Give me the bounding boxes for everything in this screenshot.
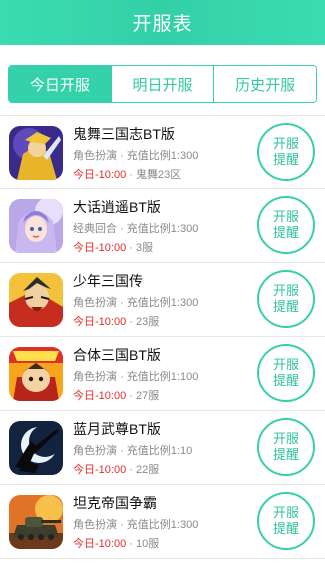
game-info: 坦克帝国争霸 角色扮演 · 充值比例1:300 今日-10:00 · 10服 [73,494,245,551]
remind-label-line1: 开服 [272,357,299,372]
warrior-gold-icon[interactable] [9,126,63,180]
game-info: 少年三国传 角色扮演 · 充值比例1:300 今日-10:00 · 23服 [73,272,245,329]
separator-dot: · [120,150,124,162]
remind-button[interactable]: 开服 提醒 [257,196,315,254]
open-time: 今日-10:00 [73,390,127,402]
recharge-ratio: 充值比例1:300 [126,223,199,235]
game-meta: 角色扮演 · 充值比例1:300 [73,296,245,310]
remind-button[interactable]: 开服 提醒 [257,123,315,181]
recharge-ratio: 充值比例1:300 [126,150,199,162]
separator-dot: · [129,390,133,402]
remind-label-line1: 开服 [272,505,299,520]
chibi-hero-icon[interactable] [9,347,63,401]
recharge-ratio: 充值比例1:100 [126,371,199,383]
remind-label-line2: 提醒 [272,152,299,167]
remind-label-line2: 提醒 [272,521,299,536]
server-name: 3服 [136,242,154,254]
tab-bar: 今日开服 明日开服 历史开服 [8,65,317,103]
open-time-line: 今日-10:00 · 23服 [73,315,245,329]
open-time-line: 今日-10:00 · 22服 [73,463,245,477]
remind-label-line1: 开服 [272,209,299,224]
open-time-line: 今日-10:00 · 3服 [73,241,245,255]
separator-dot: · [120,371,124,383]
recharge-ratio: 充值比例1:300 [126,297,199,309]
game-row[interactable]: 坦克帝国争霸 角色扮演 · 充值比例1:300 今日-10:00 · 10服 开… [0,485,325,559]
server-list: 鬼舞三国志BT版 角色扮演 · 充值比例1:300 今日-10:00 · 鬼舞2… [0,115,325,559]
game-name: 合体三国BT版 [73,347,161,363]
header-bar: 开服表 [0,0,325,45]
page-title: 开服表 [132,14,193,35]
game-meta: 角色扮演 · 充值比例1:300 [73,149,245,163]
remind-label-line1: 开服 [272,136,299,151]
tab-bar-wrapper: 今日开服 明日开服 历史开服 [0,45,325,115]
moon-swordsman-icon[interactable] [9,421,63,475]
open-time-line: 今日-10:00 · 27服 [73,389,245,403]
recharge-ratio: 充值比例1:10 [126,445,193,457]
game-row[interactable]: 大话逍遥BT版 经典回合 · 充值比例1:300 今日-10:00 · 3服 开… [0,189,325,263]
game-genre: 角色扮演 [73,150,117,162]
game-genre: 角色扮演 [73,371,117,383]
server-name: 27服 [136,390,160,402]
separator-dot: · [129,538,133,550]
open-time: 今日-10:00 [73,316,127,328]
separator-dot: · [120,445,124,457]
remind-label-line1: 开服 [272,431,299,446]
tank-icon[interactable] [9,495,63,549]
open-time-line: 今日-10:00 · 鬼舞23区 [73,168,245,182]
game-info: 大话逍遥BT版 经典回合 · 充值比例1:300 今日-10:00 · 3服 [73,198,245,255]
fairy-girl-icon[interactable] [9,199,63,253]
open-time-line: 今日-10:00 · 10服 [73,537,245,551]
game-name: 坦克帝国争霸 [73,495,157,511]
game-genre: 角色扮演 [73,519,117,531]
game-meta: 角色扮演 · 充值比例1:300 [73,518,245,532]
remind-button[interactable]: 开服 提醒 [257,344,315,402]
game-row[interactable]: 蓝月武尊BT版 角色扮演 · 充值比例1:10 今日-10:00 · 22服 开… [0,411,325,485]
game-row[interactable]: 少年三国传 角色扮演 · 充值比例1:300 今日-10:00 · 23服 开服… [0,263,325,337]
remind-button[interactable]: 开服 提醒 [257,492,315,550]
separator-dot: · [120,223,124,235]
remind-button[interactable]: 开服 提醒 [257,270,315,328]
separator-dot: · [129,464,133,476]
separator-dot: · [120,297,124,309]
remind-button[interactable]: 开服 提醒 [257,418,315,476]
remind-label-line2: 提醒 [272,447,299,462]
game-genre: 角色扮演 [73,297,117,309]
game-info: 蓝月武尊BT版 角色扮演 · 充值比例1:10 今日-10:00 · 22服 [73,420,245,477]
remind-label-line2: 提醒 [272,299,299,314]
red-warrior-icon[interactable] [9,273,63,327]
server-name: 鬼舞23区 [136,169,182,181]
game-genre: 经典回合 [73,223,117,235]
game-name: 蓝月武尊BT版 [73,421,161,437]
game-name: 鬼舞三国志BT版 [73,126,175,142]
separator-dot: · [129,169,133,181]
server-name: 23服 [136,316,160,328]
game-meta: 角色扮演 · 充值比例1:100 [73,370,245,384]
game-row[interactable]: 合体三国BT版 角色扮演 · 充值比例1:100 今日-10:00 · 27服 … [0,337,325,411]
game-meta: 经典回合 · 充值比例1:300 [73,222,245,236]
tab-tomorrow[interactable]: 明日开服 [110,66,214,102]
game-meta: 角色扮演 · 充值比例1:10 [73,444,245,458]
game-info: 鬼舞三国志BT版 角色扮演 · 充值比例1:300 今日-10:00 · 鬼舞2… [73,125,245,182]
remind-label-line2: 提醒 [272,225,299,240]
remind-label-line2: 提醒 [272,373,299,388]
game-genre: 角色扮演 [73,445,117,457]
recharge-ratio: 充值比例1:300 [126,519,199,531]
open-time: 今日-10:00 [73,242,127,254]
server-name: 22服 [136,464,160,476]
tab-history[interactable]: 历史开服 [213,66,316,102]
server-name: 10服 [136,538,160,550]
game-name: 大话逍遥BT版 [73,199,161,215]
separator-dot: · [129,316,133,328]
game-info: 合体三国BT版 角色扮演 · 充值比例1:100 今日-10:00 · 27服 [73,346,245,403]
separator-dot: · [120,519,124,531]
open-time: 今日-10:00 [73,169,127,181]
separator-dot: · [129,242,133,254]
remind-label-line1: 开服 [272,283,299,298]
open-time: 今日-10:00 [73,538,127,550]
tab-today[interactable]: 今日开服 [9,66,111,102]
game-name: 少年三国传 [73,273,143,289]
game-row[interactable]: 鬼舞三国志BT版 角色扮演 · 充值比例1:300 今日-10:00 · 鬼舞2… [0,115,325,189]
open-time: 今日-10:00 [73,464,127,476]
